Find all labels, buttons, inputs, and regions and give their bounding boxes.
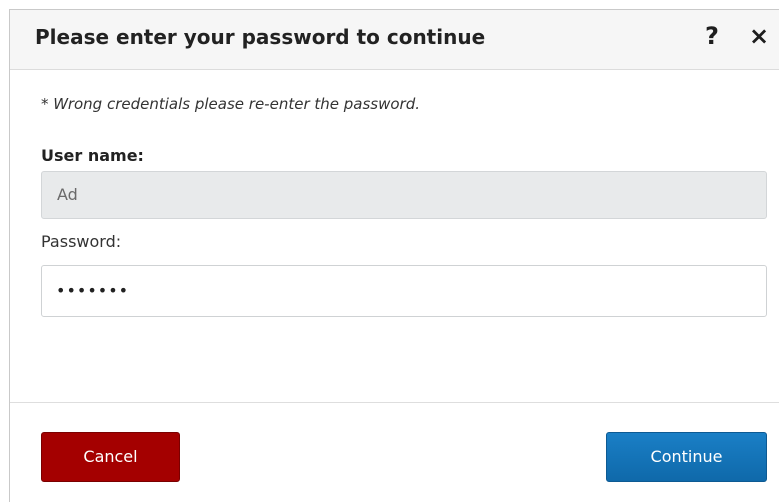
error-message: * Wrong credentials please re-enter the …	[41, 95, 421, 113]
dialog-header: Please enter your password to continue ?…	[10, 10, 779, 70]
footer-divider	[10, 402, 779, 403]
help-icon[interactable]: ?	[705, 20, 719, 52]
cancel-button[interactable]: Cancel	[41, 432, 180, 482]
password-dialog: Please enter your password to continue ?…	[9, 9, 779, 502]
continue-button[interactable]: Continue	[606, 432, 767, 482]
username-field: Ad	[41, 171, 767, 219]
username-label: User name:	[41, 146, 144, 165]
password-field[interactable]: •••••••	[41, 265, 767, 317]
password-label: Password:	[41, 232, 122, 251]
dialog-title: Please enter your password to continue	[35, 25, 486, 49]
close-icon[interactable]: ×	[749, 20, 769, 52]
